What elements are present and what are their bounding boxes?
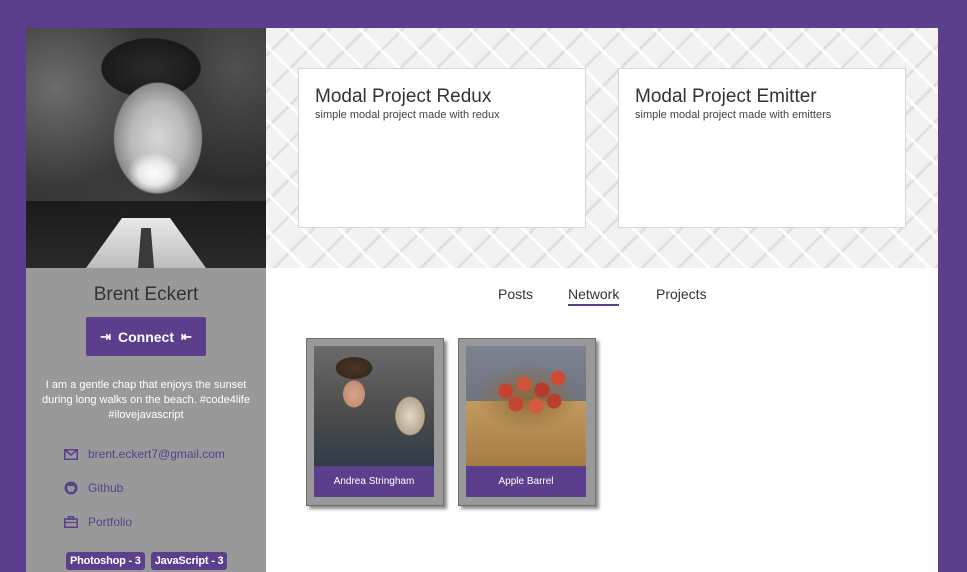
contact-portfolio-link[interactable]: Portfolio bbox=[64, 515, 132, 529]
tab-projects[interactable]: Projects bbox=[656, 286, 707, 302]
profile-tabs: Posts Network Projects bbox=[266, 286, 938, 310]
connect-button[interactable]: ⇥ Connect ⇤ bbox=[86, 317, 206, 356]
project-title: Modal Project Emitter bbox=[635, 86, 817, 107]
network-card[interactable]: Andrea Stringham bbox=[306, 338, 444, 506]
contact-github-label: Github bbox=[88, 481, 124, 495]
contact-portfolio-label: Portfolio bbox=[88, 515, 133, 529]
arrow-left-bar-icon: ⇤ bbox=[181, 328, 192, 344]
profile-bio: I am a gentle chap that enjoys the sunse… bbox=[42, 379, 250, 421]
tab-network[interactable]: Network bbox=[568, 286, 620, 306]
github-icon bbox=[64, 481, 78, 495]
network-card-image bbox=[314, 346, 434, 466]
network-card-name: Apple Barrel bbox=[466, 466, 586, 497]
connect-label: Connect bbox=[118, 328, 174, 345]
profile-card: Brent Eckert ⇥ Connect ⇤ I am a gentle c… bbox=[26, 28, 938, 572]
project-description: simple modal project made with redux bbox=[315, 109, 500, 121]
mail-icon bbox=[64, 448, 78, 460]
skill-tags: Photoshop - 3 JavaScript - 3 bbox=[66, 552, 228, 570]
project-card[interactable]: Modal Project Redux simple modal project… bbox=[298, 68, 586, 228]
project-title: Modal Project Redux bbox=[315, 86, 492, 107]
network-card-image bbox=[466, 346, 586, 466]
contact-email-label: brent.eckert7@gmail.com bbox=[88, 447, 225, 461]
tab-posts[interactable]: Posts bbox=[498, 286, 533, 302]
project-card[interactable]: Modal Project Emitter simple modal proje… bbox=[618, 68, 906, 228]
arrow-right-bar-icon: ⇥ bbox=[100, 328, 111, 344]
profile-photo bbox=[26, 28, 266, 268]
briefcase-icon bbox=[64, 516, 78, 528]
network-card-name: Andrea Stringham bbox=[314, 466, 434, 497]
profile-name: Brent Eckert bbox=[93, 284, 199, 305]
projects-hero: Modal Project Redux simple modal project… bbox=[266, 28, 938, 268]
network-card[interactable]: Apple Barrel bbox=[458, 338, 596, 506]
contact-github-link[interactable]: Github bbox=[64, 481, 123, 495]
profile-sidebar: Brent Eckert ⇥ Connect ⇤ I am a gentle c… bbox=[26, 28, 266, 572]
skill-tag: Photoshop - 3 bbox=[66, 552, 145, 570]
skill-tag: JavaScript - 3 bbox=[150, 552, 228, 570]
project-description: simple modal project made with emitters bbox=[635, 109, 832, 121]
contact-email-link[interactable]: brent.eckert7@gmail.com bbox=[64, 447, 225, 461]
